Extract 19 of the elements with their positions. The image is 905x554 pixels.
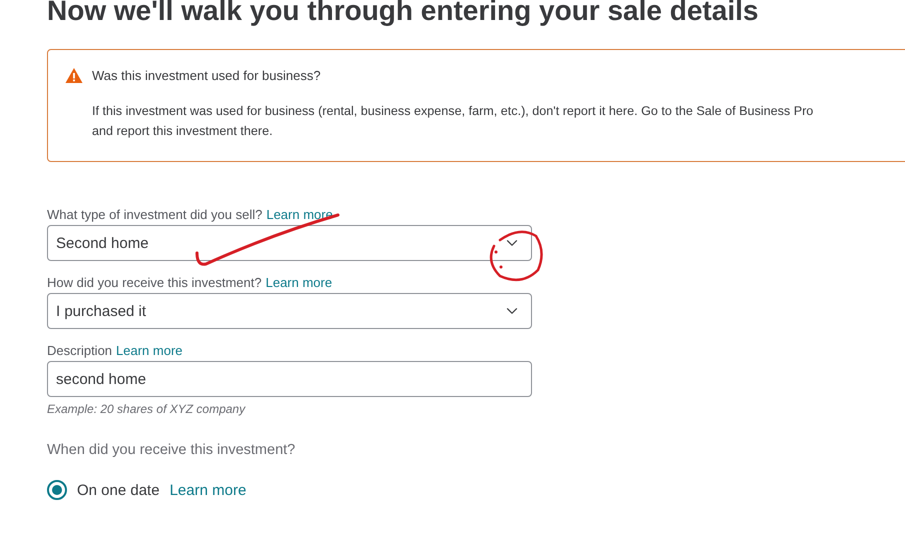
learn-more-link[interactable]: Learn more [170, 482, 246, 498]
page-heading: Now we'll walk you through entering your sale details [47, 0, 760, 28]
circle-drawing [490, 230, 543, 282]
radio-button[interactable] [47, 480, 67, 500]
field-label: Description [47, 343, 112, 359]
field-label: How did you receive this investment? [47, 275, 262, 291]
field-hint: Example: 20 shares of XYZ company [47, 402, 247, 416]
field-label: What type of investment did you sell? [47, 207, 262, 223]
alert-title: Was this investment used for business? [92, 67, 322, 85]
learn-more-link[interactable]: Learn more [116, 343, 183, 359]
alert-text: If this investment was used for business (rental, business expense, farm, etc.), don't report it here. Go to the Sale of Business Pro [92, 103, 814, 120]
select-dropdown[interactable]: I purchased it [47, 293, 532, 329]
learn-more-link[interactable]: Learn more [266, 275, 332, 291]
option-label[interactable]: On one date [77, 482, 160, 498]
alert-text: and report this investment there. [92, 123, 274, 140]
select-dropdown[interactable]: Second home [47, 225, 532, 261]
warning-icon [65, 67, 83, 84]
input-field[interactable]: second home [47, 361, 532, 397]
question-label: When did you receive this investment? [47, 442, 296, 458]
